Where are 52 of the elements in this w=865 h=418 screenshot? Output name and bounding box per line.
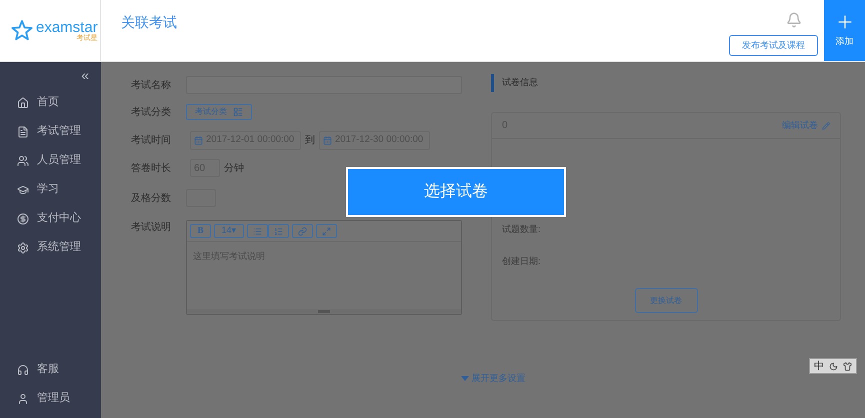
field-label: 考试说明 — [131, 220, 172, 235]
coin-icon — [17, 212, 29, 224]
add-button[interactable]: 添加 — [824, 0, 865, 61]
headset-icon — [17, 364, 29, 376]
sidebar-item[interactable]: 支付中心 — [0, 204, 101, 233]
settings-icon — [17, 242, 29, 254]
pencil-icon — [822, 122, 830, 130]
numbered-list-icon — [274, 226, 283, 236]
page-title: 关联考试 — [121, 13, 177, 32]
unit-text: 分钟 — [224, 162, 244, 176]
bullet-list-icon — [253, 226, 262, 236]
list-icon — [233, 107, 243, 117]
section-title: 试卷信息 — [502, 76, 538, 90]
sidebar-item[interactable]: 人员管理 — [0, 146, 101, 175]
expand-arrows-icon — [322, 226, 331, 236]
user-icon — [17, 392, 29, 404]
logo-text: examstar — [36, 20, 98, 34]
field-label: 考试分类 — [131, 106, 172, 120]
field-label: 考试时间 — [131, 134, 172, 148]
star-logo-icon — [10, 18, 34, 42]
fullscreen-button[interactable] — [316, 224, 337, 238]
sidebar-item[interactable]: 系统管理 — [0, 233, 101, 262]
bell-icon[interactable] — [786, 12, 802, 28]
caret-down-icon — [460, 376, 468, 382]
sidebar-item[interactable]: 客服 — [0, 355, 101, 384]
section-marker — [491, 74, 494, 92]
ime-mode-label[interactable]: 中 — [814, 358, 824, 374]
users-icon — [17, 154, 29, 166]
select-paper-button[interactable]: 选择试卷 — [346, 167, 566, 217]
range-separator: 到 — [305, 134, 315, 148]
sidebar-item[interactable]: 学习 — [0, 175, 101, 204]
field-label: 答卷时长 — [131, 162, 172, 176]
field-label: 考试名称 — [131, 78, 172, 92]
shirt-icon[interactable] — [843, 362, 852, 370]
moon-icon[interactable] — [829, 362, 838, 370]
calendar-icon — [323, 136, 332, 144]
home-icon — [17, 96, 29, 108]
bullet-list-button[interactable] — [247, 224, 268, 238]
field-label: 及格分数 — [131, 192, 172, 206]
created-date-label: 创建日期: — [502, 254, 542, 268]
question-count-label: 试题数量: — [502, 223, 542, 236]
calendar-icon — [194, 136, 203, 144]
document-icon — [17, 126, 29, 138]
link-button[interactable] — [292, 224, 313, 238]
graduation-cap-icon — [17, 184, 29, 196]
publish-button[interactable]: 发布考试及课程 — [729, 35, 818, 56]
sidebar-item[interactable]: 考试管理 — [0, 117, 101, 146]
numbered-list-button[interactable] — [268, 224, 289, 238]
sidebar-item[interactable]: 管理员 — [0, 384, 101, 413]
collapse-button[interactable]: « — [81, 68, 89, 82]
link-icon — [298, 226, 307, 236]
sidebar-item[interactable]: 首页 — [0, 88, 101, 117]
